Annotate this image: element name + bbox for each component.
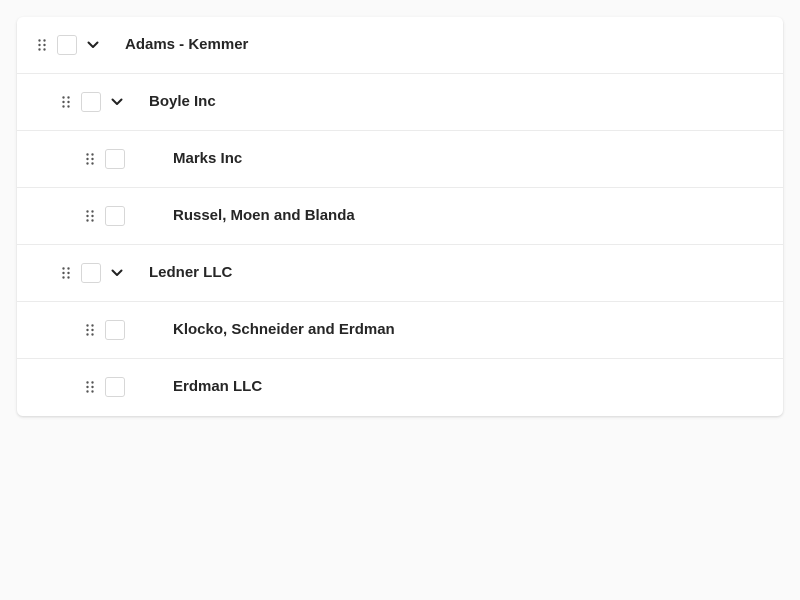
row-label: Russel, Moen and Blanda <box>173 207 355 224</box>
drag-handle-icon[interactable] <box>38 39 46 51</box>
chevron-down-icon[interactable] <box>110 95 124 109</box>
row-label: Erdman LLC <box>173 378 263 395</box>
row-checkbox[interactable] <box>105 377 125 397</box>
tree-row-adams-kemmer[interactable]: Adams - Kemmer <box>17 17 783 74</box>
tree-row-ledner-llc[interactable]: Ledner LLC <box>17 245 783 302</box>
row-label: Ledner LLC <box>149 264 233 281</box>
tree-view: Adams - Kemmer Boyle Inc Marks Inc Russe… <box>17 17 783 416</box>
drag-handle-icon[interactable] <box>86 210 94 222</box>
chevron-down-icon[interactable] <box>110 266 124 280</box>
row-checkbox[interactable] <box>105 149 125 169</box>
drag-handle-icon[interactable] <box>62 267 70 279</box>
tree-row-russel-moen-blanda[interactable]: Russel, Moen and Blanda <box>17 188 783 245</box>
row-checkbox[interactable] <box>81 263 101 283</box>
row-label: Adams - Kemmer <box>125 36 249 53</box>
drag-handle-icon[interactable] <box>86 381 94 393</box>
drag-handle-icon[interactable] <box>86 153 94 165</box>
drag-handle-icon[interactable] <box>86 324 94 336</box>
drag-handle-icon[interactable] <box>62 96 70 108</box>
row-label: Klocko, Schneider and Erdman <box>173 321 395 338</box>
row-checkbox[interactable] <box>105 320 125 340</box>
chevron-down-icon[interactable] <box>86 38 100 52</box>
tree-row-marks-inc[interactable]: Marks Inc <box>17 131 783 188</box>
tree-row-klocko-schneider-erdman[interactable]: Klocko, Schneider and Erdman <box>17 302 783 359</box>
tree-row-boyle-inc[interactable]: Boyle Inc <box>17 74 783 131</box>
row-label: Marks Inc <box>173 150 243 167</box>
tree-row-erdman-llc[interactable]: Erdman LLC <box>17 359 783 416</box>
row-checkbox[interactable] <box>105 206 125 226</box>
row-checkbox[interactable] <box>81 92 101 112</box>
row-checkbox[interactable] <box>57 35 77 55</box>
row-label: Boyle Inc <box>149 93 216 110</box>
